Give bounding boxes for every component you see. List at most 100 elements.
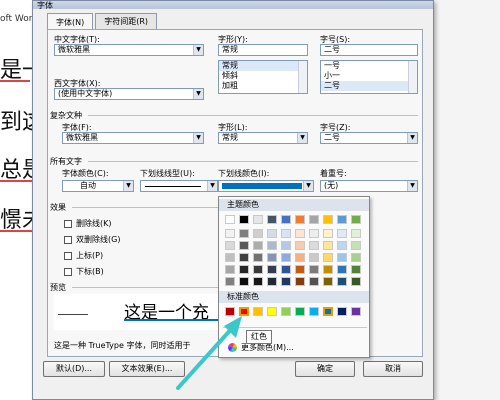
theme-color-swatch[interactable]	[337, 229, 347, 238]
theme-color-swatch[interactable]	[281, 277, 291, 286]
style-input[interactable]: 常规	[218, 44, 308, 56]
theme-color-swatch[interactable]	[295, 253, 305, 262]
theme-color-swatch[interactable]	[253, 229, 263, 238]
standard-color-swatch[interactable]	[295, 307, 305, 316]
theme-color-swatch[interactable]	[225, 241, 235, 250]
theme-color-swatch[interactable]	[281, 215, 291, 224]
scrollbar[interactable]	[408, 61, 417, 93]
theme-color-swatch[interactable]	[295, 241, 305, 250]
theme-color-swatch[interactable]	[351, 229, 361, 238]
theme-color-swatch[interactable]	[253, 253, 263, 262]
western-font-combo[interactable]: (使用中文字体) ▼	[54, 88, 204, 100]
theme-color-swatch[interactable]	[267, 229, 277, 238]
standard-color-swatch[interactable]	[281, 307, 291, 316]
theme-color-swatch[interactable]	[323, 229, 333, 238]
complex-size-combo[interactable]: 二号 ▼	[320, 132, 418, 144]
theme-color-swatch[interactable]	[267, 215, 277, 224]
superscript-checkbox[interactable]: 上标(P)	[64, 250, 103, 261]
theme-color-swatch[interactable]	[239, 265, 249, 274]
theme-color-swatch[interactable]	[281, 229, 291, 238]
theme-color-swatch[interactable]	[253, 277, 263, 286]
underline-color-combo[interactable]: ▼	[218, 180, 314, 192]
theme-color-swatch[interactable]	[337, 265, 347, 274]
theme-color-swatch[interactable]	[351, 241, 361, 250]
chevron-down-icon[interactable]: ▼	[407, 133, 417, 143]
ok-button[interactable]: 确定	[295, 361, 355, 377]
double-strikethrough-checkbox[interactable]: 双删除线(G)	[64, 234, 120, 245]
theme-color-swatch[interactable]	[253, 265, 263, 274]
theme-color-swatch[interactable]	[337, 253, 347, 262]
size-listbox[interactable]: 一号 小一 二号	[320, 60, 418, 94]
theme-color-swatch[interactable]	[309, 277, 319, 286]
theme-color-swatch[interactable]	[309, 241, 319, 250]
standard-color-swatch[interactable]	[267, 307, 277, 316]
scrollbar[interactable]	[298, 61, 307, 93]
theme-color-swatch[interactable]	[295, 229, 305, 238]
list-item[interactable]: 常规	[219, 61, 307, 71]
theme-color-swatch[interactable]	[323, 265, 333, 274]
theme-color-swatch[interactable]	[323, 241, 333, 250]
theme-color-swatch[interactable]	[253, 215, 263, 224]
list-item[interactable]: 加粗	[219, 81, 307, 91]
subscript-checkbox[interactable]: 下标(B)	[64, 266, 104, 277]
theme-color-swatch[interactable]	[267, 241, 277, 250]
checkbox-box[interactable]	[64, 251, 72, 260]
theme-color-swatch[interactable]	[267, 253, 277, 262]
theme-color-swatch[interactable]	[225, 229, 235, 238]
theme-color-swatch[interactable]	[281, 241, 291, 250]
chevron-down-icon[interactable]: ▼	[207, 181, 217, 191]
chevron-down-icon[interactable]: ▼	[193, 45, 203, 55]
theme-color-swatch[interactable]	[267, 265, 277, 274]
tab-font[interactable]: 字体(N)	[47, 13, 94, 29]
theme-color-swatch[interactable]	[225, 215, 235, 224]
theme-color-swatch[interactable]	[309, 253, 319, 262]
size-input[interactable]: 二号	[320, 44, 418, 56]
theme-color-swatch[interactable]	[337, 241, 347, 250]
chevron-down-icon[interactable]: ▼	[123, 181, 133, 191]
theme-color-swatch[interactable]	[225, 277, 235, 286]
theme-color-swatch[interactable]	[281, 253, 291, 262]
chevron-down-icon[interactable]: ▼	[303, 181, 313, 191]
theme-color-swatch[interactable]	[309, 229, 319, 238]
checkbox-box[interactable]	[64, 219, 72, 228]
theme-color-swatch[interactable]	[225, 265, 235, 274]
theme-color-swatch[interactable]	[323, 253, 333, 262]
theme-color-swatch[interactable]	[239, 241, 249, 250]
standard-color-swatch[interactable]	[309, 307, 319, 316]
chevron-down-icon[interactable]: ▼	[297, 133, 307, 143]
theme-color-swatch[interactable]	[295, 277, 305, 286]
standard-color-swatch[interactable]	[253, 307, 263, 316]
complex-style-combo[interactable]: 常规 ▼	[218, 132, 308, 144]
theme-color-swatch[interactable]	[309, 265, 319, 274]
chevron-down-icon[interactable]: ▼	[407, 181, 417, 191]
standard-color-swatch[interactable]	[323, 307, 333, 316]
theme-color-swatch[interactable]	[337, 215, 347, 224]
font-color-combo[interactable]: 自动 ▼	[62, 180, 134, 192]
theme-color-swatch[interactable]	[337, 277, 347, 286]
theme-color-swatch[interactable]	[295, 265, 305, 274]
theme-color-swatch[interactable]	[351, 265, 361, 274]
theme-color-swatch[interactable]	[309, 215, 319, 224]
list-item[interactable]: 二号	[321, 81, 417, 91]
standard-color-swatch[interactable]	[337, 307, 347, 316]
theme-color-swatch[interactable]	[267, 277, 277, 286]
theme-color-swatch[interactable]	[295, 215, 305, 224]
list-item[interactable]: 倾斜	[219, 71, 307, 81]
checkbox-box[interactable]	[64, 267, 72, 276]
theme-color-swatch[interactable]	[351, 253, 361, 262]
complex-font-combo[interactable]: 微软雅黑 ▼	[62, 132, 204, 144]
theme-color-swatch[interactable]	[239, 215, 249, 224]
underline-style-combo[interactable]: ▼	[140, 180, 218, 192]
theme-color-swatch[interactable]	[239, 277, 249, 286]
theme-color-swatch[interactable]	[323, 215, 333, 224]
theme-color-swatch[interactable]	[351, 277, 361, 286]
style-listbox[interactable]: 常规 倾斜 加粗	[218, 60, 308, 94]
standard-color-swatch[interactable]	[351, 307, 361, 316]
chevron-down-icon[interactable]: ▼	[193, 133, 203, 143]
list-item[interactable]: 一号	[321, 61, 417, 71]
chinese-font-combo[interactable]: 微软雅黑 ▼	[54, 44, 204, 56]
theme-color-swatch[interactable]	[281, 265, 291, 274]
theme-color-swatch[interactable]	[239, 229, 249, 238]
cancel-button[interactable]: 取消	[363, 361, 423, 377]
default-button[interactable]: 默认(D)...	[43, 361, 105, 377]
